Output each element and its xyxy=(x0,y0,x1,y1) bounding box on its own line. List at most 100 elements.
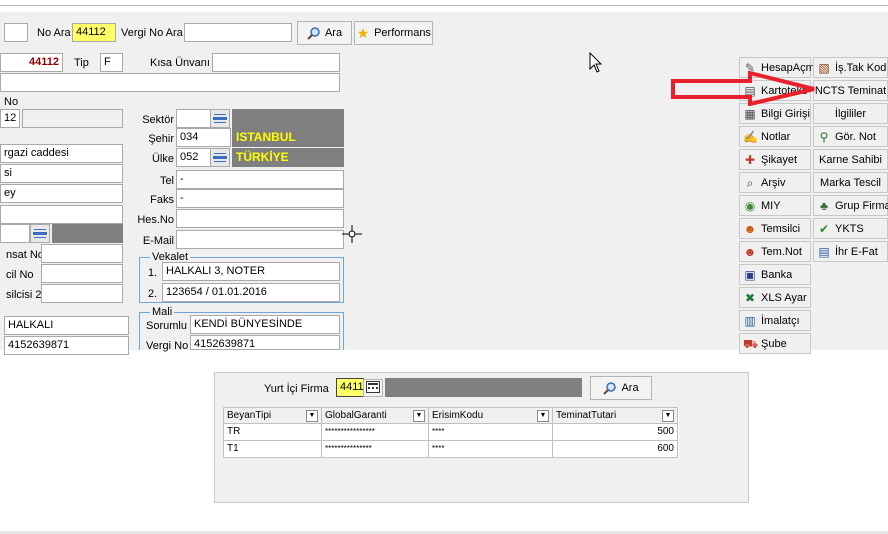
side-col1-button-3[interactable]: ✍ Notlar xyxy=(739,126,811,147)
unvan-field[interactable] xyxy=(0,73,340,92)
sektor-code-field[interactable] xyxy=(176,109,211,128)
note-icon: ✍ xyxy=(743,129,758,144)
sorumlu-label: Sorumlu xyxy=(146,320,187,332)
tip-field[interactable]: F xyxy=(100,53,123,72)
no-secondary-field[interactable] xyxy=(22,109,123,128)
column-header-teminattutari[interactable]: TeminatTutari ▼ xyxy=(553,407,678,424)
email-field[interactable] xyxy=(176,230,344,249)
cell-erisimkodu[interactable]: **** xyxy=(429,441,553,458)
no-field[interactable]: 12 xyxy=(0,109,20,128)
kisa-unvani-label: Kısa Ünvanı xyxy=(150,57,210,69)
hes-no-label: Hes.No xyxy=(137,214,174,226)
tip-label: Tip xyxy=(74,57,89,69)
firma-lookup-button[interactable] xyxy=(363,379,383,397)
yurt-ici-firma-code-field[interactable]: 4411 xyxy=(336,378,364,397)
group-icon: ♣ xyxy=(820,198,828,213)
vergi-no-ara-label: Vergi No Ara xyxy=(121,27,183,39)
side-col2-button-label: İş.Tak Kod xyxy=(835,61,887,74)
ulke-lookup-button[interactable] xyxy=(210,148,230,167)
toolbar-left-input[interactable] xyxy=(4,23,28,42)
table-row[interactable]: T1 *************** **** 600 xyxy=(224,441,679,458)
sicil-no-field[interactable] xyxy=(41,264,123,283)
star-icon: ★ xyxy=(356,25,370,41)
cell-erisimkodu[interactable]: **** xyxy=(429,424,553,441)
sicil-no-label: cil No xyxy=(6,269,34,281)
factory-icon: ▥ xyxy=(744,313,756,328)
column-header-beyantipi[interactable]: BeyanTipi ▼ xyxy=(224,407,322,424)
side-col1-button-2[interactable]: ▦ Bilgi Girişi xyxy=(739,103,811,124)
cell-globalgaranti[interactable]: *************** xyxy=(322,441,429,458)
misc-field[interactable] xyxy=(0,224,30,243)
tel-field[interactable]: - xyxy=(176,170,344,189)
side-col1-button-6[interactable]: ◉ MIY xyxy=(739,195,811,216)
crosshair-cursor-icon xyxy=(342,225,362,243)
address-line3-field[interactable]: ey xyxy=(0,184,123,203)
filter-dropdown-icon[interactable]: ▼ xyxy=(306,409,318,422)
side-col2-button-6[interactable]: ♣ Grup Firma xyxy=(813,195,888,216)
side-col1-button-label: Banka xyxy=(761,268,793,281)
filter-dropdown-icon[interactable]: ▼ xyxy=(537,409,549,422)
vergi-no-label: Vergi No xyxy=(146,340,189,352)
side-col2-button-4[interactable]: Karne Sahibi xyxy=(813,149,888,170)
vergi-no-field[interactable]: 4152639871 xyxy=(190,335,340,350)
side-col2-button-8[interactable]: ▤ İhr E-Fat xyxy=(813,241,888,262)
address-line4-field[interactable] xyxy=(0,205,123,224)
column-header-erisimkodu[interactable]: ErisimKodu ▼ xyxy=(429,407,553,424)
side-col2-button-1[interactable]: NCTS Teminat xyxy=(813,80,888,101)
side-col1-button-9[interactable]: ▣ Banka xyxy=(739,264,811,285)
ara-button[interactable]: Ara xyxy=(297,21,352,45)
hes-no-field[interactable] xyxy=(176,209,344,228)
people-note-icon: ☻ xyxy=(743,244,757,259)
misc-lookup-button[interactable] xyxy=(30,224,50,243)
side-col1-button-10[interactable]: ✖ XLS Ayar xyxy=(739,287,811,308)
side-col1-button-4[interactable]: ✚ Şikayet xyxy=(739,149,811,170)
side-col2-button-5[interactable]: Marka Tescil xyxy=(813,172,888,193)
side-col2-button-0[interactable]: ▧ İş.Tak Kod xyxy=(813,57,888,78)
vekalet-2-field[interactable]: 123654 / 01.01.2016 xyxy=(162,283,340,302)
vergi-no-ara-input[interactable] xyxy=(184,23,292,42)
side-col2-button-3[interactable]: ⚲ Gör. Not xyxy=(813,126,888,147)
filter-dropdown-icon[interactable]: ▼ xyxy=(413,409,425,422)
sektor-lookup-button[interactable] xyxy=(210,109,230,128)
side-col1-button-8[interactable]: ☻ Tem.Not xyxy=(739,241,811,262)
cell-teminattutari[interactable]: 500 xyxy=(553,424,678,441)
side-col1-button-7[interactable]: ☻ Temsilci xyxy=(739,218,811,239)
list-icon xyxy=(213,156,227,159)
performans-button-label: Performans xyxy=(374,27,431,39)
performans-button[interactable]: ★ Performans xyxy=(354,21,433,45)
cell-globalgaranti[interactable]: **************** xyxy=(322,424,429,441)
temsilcisi-2-field[interactable] xyxy=(41,284,123,303)
side-col1-button-label: Arşiv xyxy=(761,176,786,189)
left-vergi-field[interactable]: 4152639871 xyxy=(4,336,129,355)
firma-no-field[interactable]: 44112 xyxy=(0,53,63,72)
no-ara-input[interactable]: 44112 xyxy=(72,23,116,42)
side-col1-button-5[interactable]: ⌕ Arşiv xyxy=(739,172,811,193)
faks-field[interactable]: - xyxy=(176,189,344,208)
filter-dropdown-icon[interactable]: ▼ xyxy=(662,409,674,422)
kisa-unvani-field[interactable] xyxy=(212,53,340,72)
column-header-label: ErisimKodu xyxy=(432,409,484,421)
cell-teminattutari[interactable]: 600 xyxy=(553,441,678,458)
side-col2-button-7[interactable]: ✔ YKTS xyxy=(813,218,888,239)
ulke-code-field[interactable]: 052 xyxy=(176,148,211,167)
side-col1-button-12[interactable]: ⛟ Şube xyxy=(739,333,811,354)
cell-beyantipi[interactable]: TR xyxy=(224,424,322,441)
cell-beyantipi[interactable]: T1 xyxy=(224,441,322,458)
address-line2-field[interactable]: si xyxy=(0,164,123,183)
column-header-globalgaranti[interactable]: GlobalGaranti ▼ xyxy=(322,407,429,424)
vekalet-1-field[interactable]: HALKALI 3, NOTER xyxy=(162,262,340,281)
side-col2-button-2[interactable]: İlgililer xyxy=(813,103,888,124)
sektor-label: Sektör xyxy=(142,114,174,126)
sehir-code-field[interactable]: 034 xyxy=(176,128,231,147)
side-col1-button-label: Tem.Not xyxy=(761,245,802,258)
mali-title: Mali xyxy=(150,306,175,318)
table-row[interactable]: TR **************** **** 500 xyxy=(224,424,679,441)
bottom-ara-button[interactable]: Ara xyxy=(590,376,652,400)
insaat-no-field[interactable] xyxy=(41,244,123,263)
side-col1-button-11[interactable]: ▥ İmalatçı xyxy=(739,310,811,331)
side-col2-button-label: İlgililer xyxy=(834,107,867,120)
address-line1-field[interactable]: rgazi caddesi xyxy=(0,144,123,163)
sorumlu-field[interactable]: KENDİ BÜNYESİNDE xyxy=(190,315,340,334)
left-city-field[interactable]: HALKALI xyxy=(4,316,129,335)
no-ara-label: No Ara xyxy=(37,27,71,39)
